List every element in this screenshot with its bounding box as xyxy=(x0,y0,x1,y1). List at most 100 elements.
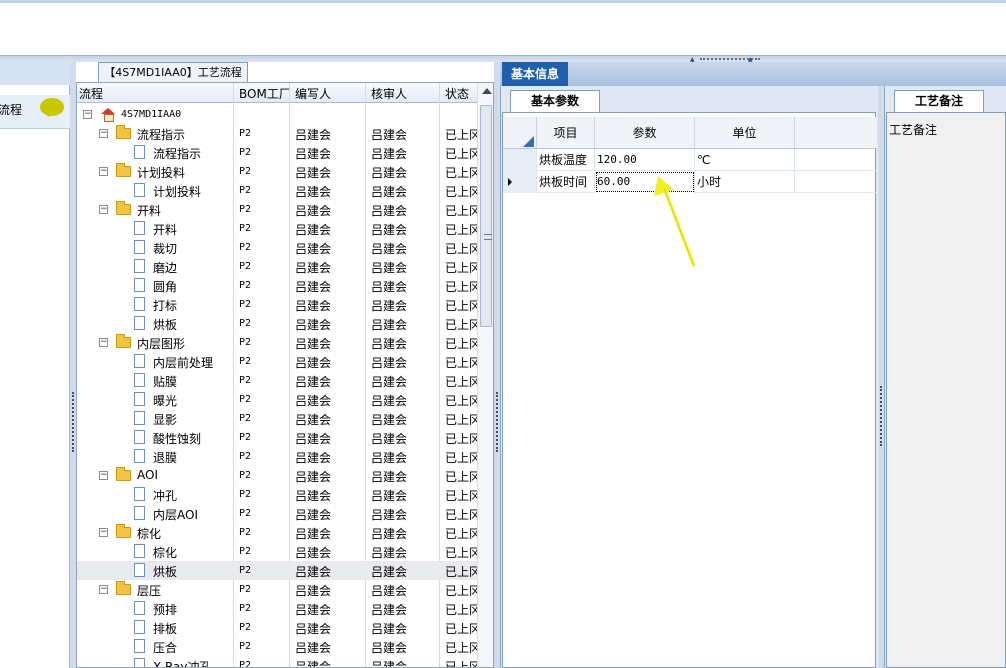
tab-basic-info[interactable]: 基本信息 xyxy=(502,62,568,86)
writer-cell: 吕建会 xyxy=(295,489,332,503)
param-value-editing[interactable]: 60.00 xyxy=(595,171,695,193)
tree-row[interactable]: 排板 P2 吕建会 吕建会 已上冈 xyxy=(77,618,481,637)
tree-row[interactable]: 烘板 P2 吕建会 吕建会 已上冈 xyxy=(77,314,481,333)
bom-cell: P2 xyxy=(239,185,252,196)
tree-row[interactable]: 内层前处理 P2 吕建会 吕建会 已上冈 xyxy=(77,352,481,371)
tree-scrollbar[interactable] xyxy=(477,83,493,667)
scroll-up-icon[interactable] xyxy=(482,88,492,94)
reviewer-cell: 吕建会 xyxy=(371,223,408,237)
reviewer-cell: 吕建会 xyxy=(371,489,408,503)
reviewer-cell: 吕建会 xyxy=(371,470,408,484)
tree-node-label: 冲孔 xyxy=(153,489,178,503)
tree-row[interactable]: 压合 P2 吕建会 吕建会 已上冈 xyxy=(77,637,481,656)
col-header-process[interactable]: 流程 xyxy=(79,85,103,102)
status-cell: 已上冈 xyxy=(445,413,482,427)
col-header-bom[interactable]: BOM工厂 xyxy=(239,85,291,102)
tree-row[interactable]: 烘板 P2 吕建会 吕建会 已上冈 xyxy=(77,561,481,580)
params-row[interactable]: 烘板温度 120.00 ℃ xyxy=(503,149,877,171)
tree-row[interactable]: − 棕化 P2 吕建会 吕建会 已上冈 xyxy=(77,523,481,542)
status-cell: 已上冈 xyxy=(445,318,482,332)
tree-row[interactable]: 酸性蚀刻 P2 吕建会 吕建会 已上冈 xyxy=(77,428,481,447)
tab-process-notes[interactable]: 工艺备注 xyxy=(894,90,984,112)
tree-row[interactable]: − 开料 P2 吕建会 吕建会 已上冈 xyxy=(77,200,481,219)
reviewer-cell: 吕建会 xyxy=(371,546,408,560)
tree-row[interactable]: − 内层图形 P2 吕建会 吕建会 已上冈 xyxy=(77,333,481,352)
tree-row[interactable]: 显影 P2 吕建会 吕建会 已上冈 xyxy=(77,409,481,428)
reviewer-cell: 吕建会 xyxy=(371,584,408,598)
collapse-icon[interactable]: − xyxy=(99,338,108,347)
collapse-icon[interactable]: − xyxy=(99,167,108,176)
collapse-icon[interactable]: − xyxy=(99,205,108,214)
param-value[interactable]: 120.00 xyxy=(595,149,695,171)
col-header-unit[interactable]: 单位 xyxy=(695,117,795,149)
folder-icon xyxy=(116,467,131,481)
col-header-item[interactable]: 项目 xyxy=(537,117,595,149)
left-panel: 流程 xyxy=(0,62,72,668)
bom-cell: P2 xyxy=(239,546,252,557)
tree-row[interactable]: 打标 P2 吕建会 吕建会 已上冈 xyxy=(77,295,481,314)
tree-row[interactable]: 冲孔 P2 吕建会 吕建会 已上冈 xyxy=(77,485,481,504)
tree-node-label: 棕化 xyxy=(137,527,162,541)
document-icon xyxy=(134,240,145,254)
writer-cell: 吕建会 xyxy=(295,375,332,389)
tree-node-label: 曝光 xyxy=(153,394,178,408)
writer-cell: 吕建会 xyxy=(295,185,332,199)
tree-row[interactable]: 计划投料 P2 吕建会 吕建会 已上冈 xyxy=(77,181,481,200)
tree-row[interactable]: 贴膜 P2 吕建会 吕建会 已上冈 xyxy=(77,371,481,390)
tree-node-label: 层压 xyxy=(137,584,162,598)
col-header-status[interactable]: 状态 xyxy=(445,85,469,102)
row-header[interactable] xyxy=(503,149,537,171)
tree-row[interactable]: 磨边 P2 吕建会 吕建会 已上冈 xyxy=(77,257,481,276)
tab-basic-params[interactable]: 基本参数 xyxy=(510,90,600,112)
select-all-corner[interactable] xyxy=(503,117,537,149)
tree-row[interactable]: 圆角 P2 吕建会 吕建会 已上冈 xyxy=(77,276,481,295)
status-cell: 已上冈 xyxy=(445,622,482,636)
collapse-icon[interactable]: − xyxy=(99,585,108,594)
chat-bubble-icon[interactable] xyxy=(40,98,64,116)
tree-root-row[interactable]: − 4S7MD1IAA0 xyxy=(77,105,477,124)
tree-row[interactable]: 内层AOI P2 吕建会 吕建会 已上冈 xyxy=(77,504,481,523)
params-row[interactable]: 烘板时间 60.00 小时 xyxy=(503,171,877,193)
reviewer-cell: 吕建会 xyxy=(371,622,408,636)
status-cell: 已上冈 xyxy=(445,242,482,256)
tree-row[interactable]: 预排 P2 吕建会 吕建会 已上冈 xyxy=(77,599,481,618)
reviewer-cell: 吕建会 xyxy=(371,280,408,294)
writer-cell: 吕建会 xyxy=(295,470,332,484)
reviewer-cell: 吕建会 xyxy=(371,299,408,313)
document-icon xyxy=(134,544,145,558)
tree-row[interactable]: 曝光 P2 吕建会 吕建会 已上冈 xyxy=(77,390,481,409)
col-header-param[interactable]: 参数 xyxy=(595,117,695,149)
info-tab-strip xyxy=(500,62,1006,86)
tree-row[interactable]: − AOI P2 吕建会 吕建会 已上冈 xyxy=(77,466,481,485)
status-cell: 已上冈 xyxy=(445,337,482,351)
col-header-reviewer[interactable]: 核审人 xyxy=(371,85,407,102)
tree-node-label: 内层AOI xyxy=(153,508,198,522)
collapse-icon[interactable]: − xyxy=(99,528,108,537)
notes-body[interactable]: 工艺备注 xyxy=(886,112,1006,668)
tree-row[interactable]: 退膜 P2 吕建会 吕建会 已上冈 xyxy=(77,447,481,466)
tree-row[interactable]: 开料 P2 吕建会 吕建会 已上冈 xyxy=(77,219,481,238)
horizontal-splitter[interactable] xyxy=(0,55,1006,62)
writer-cell: 吕建会 xyxy=(295,166,332,180)
tree-row[interactable]: 棕化 P2 吕建会 吕建会 已上冈 xyxy=(77,542,481,561)
writer-cell: 吕建会 xyxy=(295,299,332,313)
tree-row[interactable]: X-Ray冲孔 P2 吕建会 吕建会 已上冈 xyxy=(77,656,481,667)
collapse-icon[interactable]: − xyxy=(83,110,92,119)
tree-node-label: 开料 xyxy=(153,223,178,237)
tree-row[interactable]: − 层压 P2 吕建会 吕建会 已上冈 xyxy=(77,580,481,599)
tab-process-flow[interactable]: 【4S7MD1IAA0】工艺流程 xyxy=(98,62,248,82)
collapse-icon[interactable]: − xyxy=(99,129,108,138)
col-header-writer[interactable]: 编写人 xyxy=(295,85,331,102)
folder-icon xyxy=(116,581,131,595)
tree-row[interactable]: − 流程指示 P2 吕建会 吕建会 已上冈 xyxy=(77,124,481,143)
tree-node-label: 开料 xyxy=(137,204,162,218)
tree-row[interactable]: − 计划投料 P2 吕建会 吕建会 已上冈 xyxy=(77,162,481,181)
current-row-indicator-icon[interactable] xyxy=(503,171,537,193)
reviewer-cell: 吕建会 xyxy=(371,128,408,142)
collapse-icon[interactable]: − xyxy=(99,471,108,480)
scrollbar-thumb[interactable] xyxy=(480,105,492,327)
tree-row[interactable]: 裁切 P2 吕建会 吕建会 已上冈 xyxy=(77,238,481,257)
tree-row[interactable]: 流程指示 P2 吕建会 吕建会 已上冈 xyxy=(77,143,481,162)
reviewer-cell: 吕建会 xyxy=(371,565,408,579)
tree-node-label: 退膜 xyxy=(153,451,178,465)
